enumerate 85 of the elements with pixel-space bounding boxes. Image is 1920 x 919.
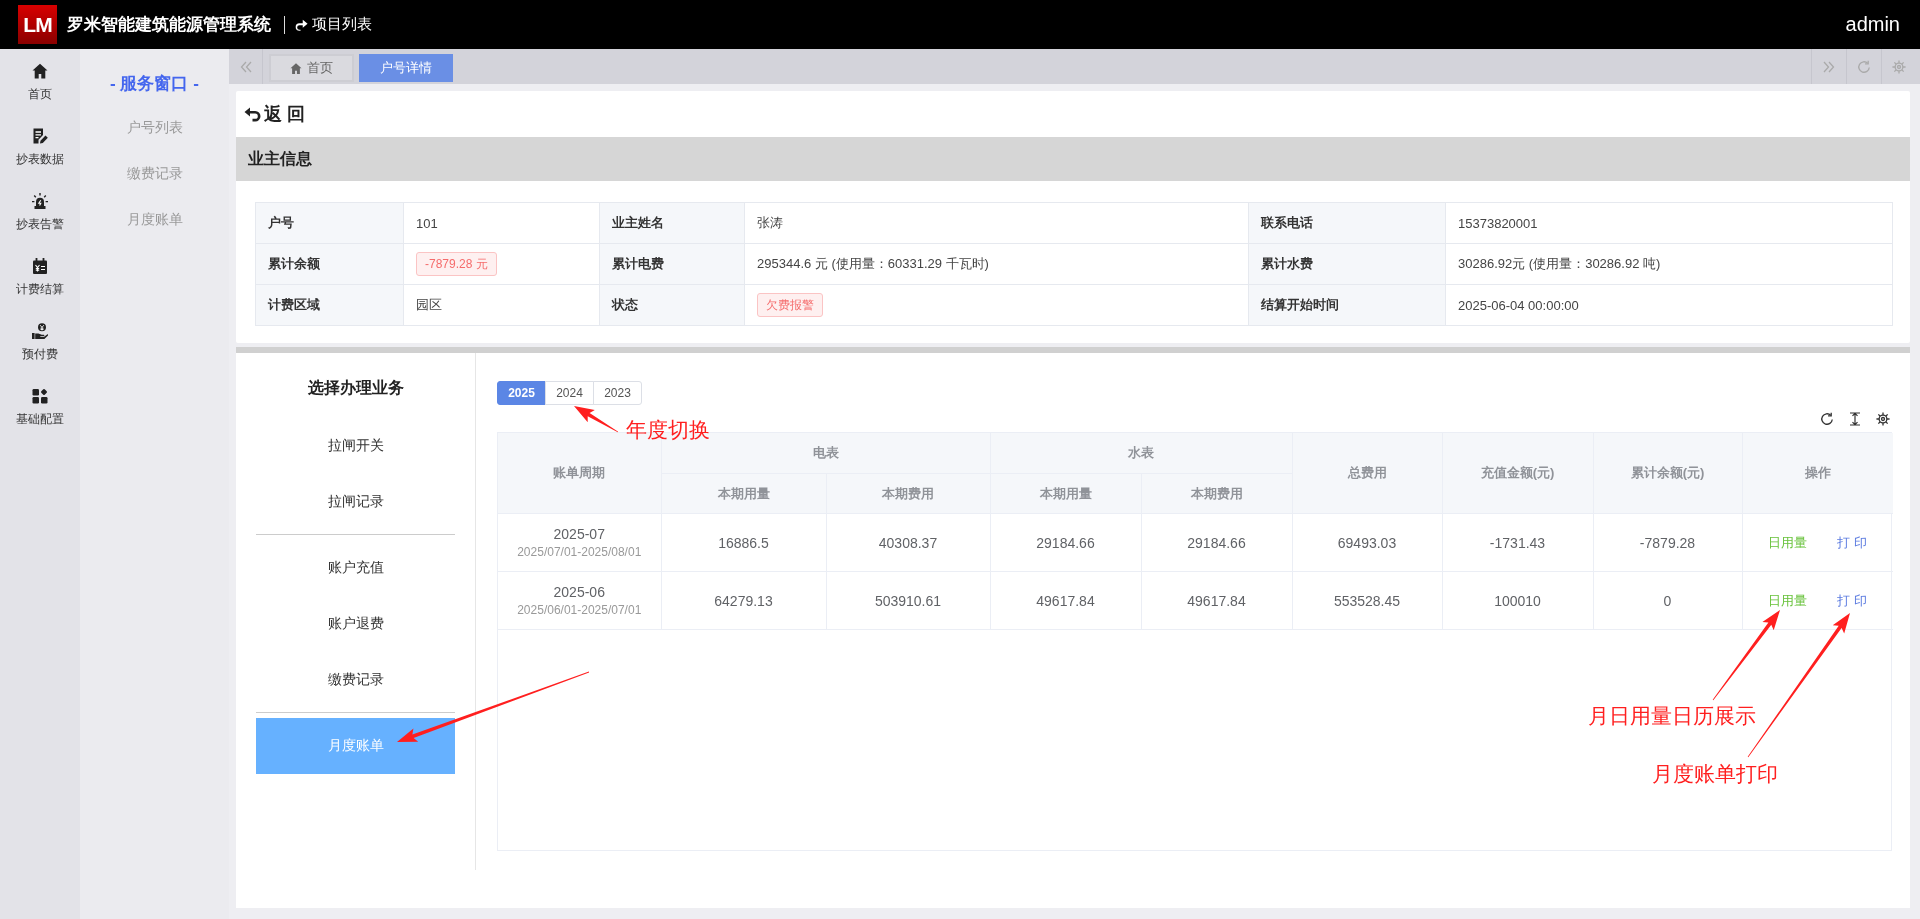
- calendar-icon: [32, 258, 48, 274]
- field-value: 295344.6 元 (使用量：60331.29 千瓦时): [745, 244, 1249, 285]
- document-pen-icon: [32, 128, 48, 144]
- column-header: 充值金额(元): [1442, 433, 1593, 514]
- column-header: 累计余额(元): [1593, 433, 1742, 514]
- business-menu-item[interactable]: 拉闸记录: [256, 474, 455, 530]
- year-tab[interactable]: 2025: [497, 381, 546, 405]
- annotation-text: 月度账单打印: [1652, 763, 1778, 785]
- business-menu-item[interactable]: 账户退费: [256, 596, 455, 652]
- home-icon: [32, 63, 48, 79]
- project-list-link[interactable]: 项目列表: [294, 15, 372, 34]
- field-label: 联系电话: [1249, 203, 1446, 244]
- nav-item[interactable]: 计费结算: [0, 250, 80, 315]
- double-chevron-right-icon[interactable]: [1822, 59, 1836, 74]
- settings-icon[interactable]: [1876, 411, 1890, 426]
- field-label: 累计电费: [600, 244, 745, 285]
- curved-arrow-icon: [294, 18, 308, 31]
- value-tag: 欠费报警: [757, 293, 823, 317]
- annotation-text: 月日用量日历展示: [1588, 705, 1756, 727]
- field-label: 结算开始时间: [1249, 285, 1446, 326]
- column-header: 总费用: [1292, 433, 1442, 514]
- table-cell: 553528.45: [1292, 571, 1442, 630]
- table-cell: 69493.03: [1292, 513, 1442, 572]
- refresh-icon[interactable]: [1820, 411, 1834, 426]
- action-link[interactable]: 打 印: [1837, 533, 1868, 552]
- table-cell: 503910.61: [826, 571, 990, 630]
- user-name[interactable]: admin: [1845, 13, 1900, 36]
- column-header: 本期费用: [826, 473, 990, 514]
- service-title: - 服务窗口 -: [110, 73, 199, 95]
- nav-item[interactable]: 抄表告警: [0, 185, 80, 250]
- date-range-text: 2025/07/01-2025/08/01: [516, 543, 643, 561]
- field-label: 累计余额: [256, 244, 404, 285]
- value-tag: -7879.28 元: [416, 252, 497, 276]
- field-label: 计费区域: [256, 285, 404, 326]
- table-cell: 29184.66: [1141, 513, 1292, 572]
- field-value: 30286.92元 (使用量：30286.92 吨): [1446, 244, 1893, 285]
- table-cell: 49617.84: [990, 571, 1141, 630]
- section-header: 业主信息: [236, 137, 1910, 181]
- home-icon: [290, 62, 302, 74]
- table-cell: 100010: [1442, 571, 1593, 630]
- table-cell: -1731.43: [1442, 513, 1593, 572]
- grid-icon: [32, 388, 48, 404]
- year-tab[interactable]: 2023: [593, 381, 642, 405]
- field-value: 2025-06-04 00:00:00: [1446, 285, 1893, 326]
- nav-item[interactable]: 基础配置: [0, 380, 80, 445]
- column-group-header: 水表: [990, 433, 1292, 474]
- column-header: 本期费用: [1141, 473, 1292, 514]
- hand-coin-icon: [32, 323, 48, 339]
- logo: LM: [18, 5, 57, 44]
- field-label: 状态: [600, 285, 745, 326]
- date-range-text: 2025/06/01-2025/07/01: [516, 601, 643, 619]
- nav-item[interactable]: 抄表数据: [0, 120, 80, 185]
- field-value: 张涛: [745, 203, 1249, 244]
- year-tab[interactable]: 2024: [545, 381, 594, 405]
- page-tab[interactable]: 首页: [269, 54, 354, 82]
- double-chevron-left-icon[interactable]: [238, 59, 253, 74]
- table-cell: 64279.13: [661, 571, 826, 630]
- table-cell: 0: [1593, 571, 1742, 630]
- table-cell: -7879.28: [1593, 513, 1742, 572]
- field-label: 业主姓名: [600, 203, 745, 244]
- business-menu-item[interactable]: 账户充值: [256, 540, 455, 596]
- field-label: 户号: [256, 203, 404, 244]
- app-title: 罗米智能建筑能源管理系统: [67, 14, 271, 36]
- table-cell: 29184.66: [990, 513, 1141, 572]
- table-cell: 40308.37: [826, 513, 990, 572]
- column-height-icon[interactable]: [1848, 411, 1862, 426]
- siren-icon: [32, 193, 48, 209]
- table-cell: 49617.84: [1141, 571, 1292, 630]
- nav-item[interactable]: 首页: [0, 55, 80, 120]
- table-cell: 16886.5: [661, 513, 826, 572]
- business-menu-item[interactable]: 缴费记录: [256, 652, 455, 708]
- column-header: 操作: [1742, 433, 1893, 514]
- period-text: 2025-07: [552, 524, 606, 544]
- column-header: 本期用量: [990, 473, 1141, 514]
- return-arrow-icon: [244, 106, 261, 122]
- business-menu-title: 选择办理业务: [306, 378, 405, 398]
- column-header: 本期用量: [661, 473, 826, 514]
- field-label: 累计水费: [1249, 244, 1446, 285]
- back-button[interactable]: 返 回: [244, 102, 305, 126]
- field-value: 15373820001: [1446, 203, 1893, 244]
- business-menu-item[interactable]: 拉闸开关: [256, 418, 455, 474]
- nav-item[interactable]: 预付费: [0, 315, 80, 380]
- period-text: 2025-06: [552, 582, 606, 602]
- annotation-arrow: [574, 406, 619, 433]
- action-link[interactable]: 打 印: [1837, 591, 1868, 610]
